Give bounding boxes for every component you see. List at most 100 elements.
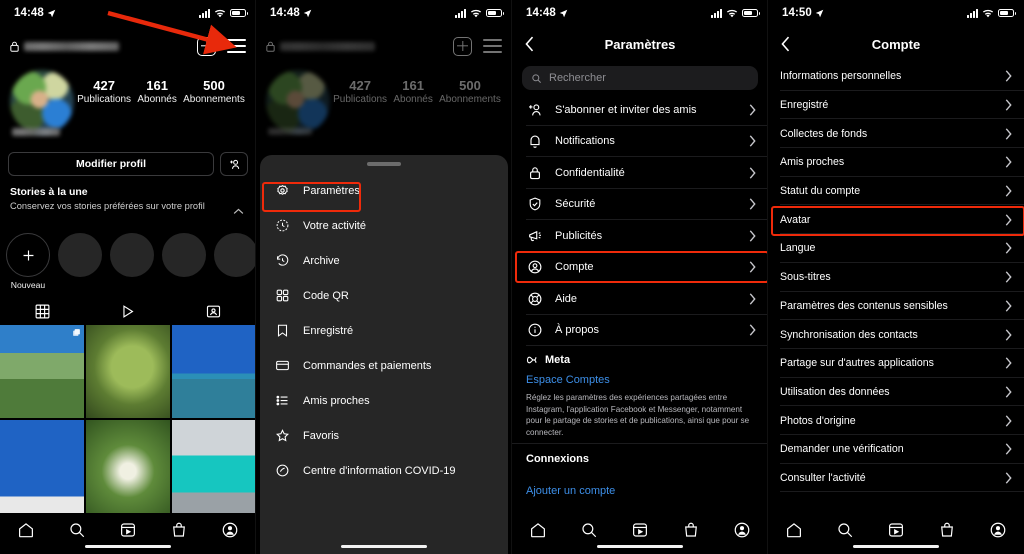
settings-item-notifications[interactable]: Notifications	[512, 126, 768, 157]
grid-cell[interactable]	[171, 419, 256, 513]
bottom-nav	[0, 513, 256, 554]
settings-item-aide[interactable]: Aide	[512, 283, 768, 315]
profile-icon[interactable]	[989, 521, 1007, 539]
profile-icon[interactable]	[733, 521, 751, 539]
cellular-bars-icon	[967, 8, 978, 18]
search-icon[interactable]	[580, 521, 598, 539]
account-item-enregistre[interactable]: Enregistré	[768, 91, 1024, 120]
panel-profile: 14:48 427 Publications 161 Abonnés 500 A…	[0, 0, 256, 554]
stat-publications[interactable]: 427 Publications	[77, 78, 131, 107]
settings-item-a-propos[interactable]: À propos	[512, 315, 768, 346]
reels-icon[interactable]	[887, 521, 905, 539]
chevron-right-icon	[1005, 300, 1012, 312]
wifi-icon	[726, 9, 738, 17]
chevron-right-icon	[1005, 214, 1012, 226]
account-item-contenus-sensibles[interactable]: Paramètres des contenus sensibles	[768, 292, 1024, 321]
account-item-label: Informations personnelles	[780, 70, 902, 83]
shop-icon[interactable]	[938, 521, 956, 539]
status-time: 14:50	[782, 7, 812, 19]
chevron-left-icon[interactable]	[525, 36, 534, 52]
search-icon	[532, 73, 541, 83]
grid-cell[interactable]	[0, 419, 85, 513]
settings-item-securite[interactable]: Sécurité	[512, 189, 768, 220]
menu-item-enregistre[interactable]: Enregistré	[260, 313, 508, 348]
highlight-item[interactable]	[162, 233, 206, 290]
search-icon[interactable]	[836, 521, 854, 539]
highlight-new[interactable]: Nouveau	[6, 233, 50, 290]
status-bar: 14:48	[256, 0, 512, 26]
add-account-link[interactable]: Ajouter un compte	[526, 485, 615, 497]
settings-item-publicites[interactable]: Publicités	[512, 220, 768, 252]
reels-icon[interactable]	[631, 521, 649, 539]
account-item-partage-autres-applications[interactable]: Partage sur d'autres applications	[768, 349, 1024, 378]
wifi-icon	[470, 9, 482, 17]
tagged-icon[interactable]	[205, 303, 222, 320]
account-item-synchronisation-contacts[interactable]: Synchronisation des contacts	[768, 320, 1024, 349]
search-placeholder: Rechercher	[549, 72, 606, 84]
menu-item-parametres[interactable]: Paramètres	[260, 173, 508, 208]
stat-followers[interactable]: 161 Abonnés	[137, 78, 176, 107]
account-item-langue[interactable]: Langue	[768, 234, 1024, 263]
menu-item-favoris[interactable]: Favoris	[260, 418, 508, 453]
shop-icon[interactable]	[170, 521, 188, 539]
page-title: Compte	[871, 36, 921, 52]
home-icon[interactable]	[17, 521, 35, 539]
reels-icon[interactable]	[119, 521, 137, 539]
bottom-nav	[512, 513, 768, 554]
account-item-informations-personnelles[interactable]: Informations personnelles	[768, 62, 1024, 91]
sheet-grabber[interactable]	[367, 162, 401, 166]
espace-comptes-link[interactable]: Espace Comptes	[526, 374, 756, 386]
grid-icon[interactable]	[34, 303, 51, 320]
account-item-collectes-de-fonds[interactable]: Collectes de fonds	[768, 119, 1024, 149]
avatar[interactable]	[10, 70, 74, 134]
menu-item-amis-proches[interactable]: Amis proches	[260, 383, 508, 418]
chevron-up-icon[interactable]	[233, 208, 244, 215]
account-item-photos-origine[interactable]: Photos d'origine	[768, 406, 1024, 435]
grid-cell[interactable]	[171, 325, 256, 419]
grid-cell[interactable]	[85, 325, 171, 419]
menu-item-label: Enregistré	[303, 324, 354, 337]
account-item-amis-proches[interactable]: Amis proches	[768, 148, 1024, 177]
settings-item-confidentialite[interactable]: Confidentialité	[512, 157, 768, 189]
shop-icon[interactable]	[682, 521, 700, 539]
settings-item-compte[interactable]: Compte	[512, 252, 768, 283]
add-person-button[interactable]	[220, 152, 248, 176]
menu-item-commandes-paiements[interactable]: Commandes et paiements	[260, 348, 508, 383]
account-item-demander-verification[interactable]: Demander une vérification	[768, 435, 1024, 464]
home-indicator	[597, 544, 683, 548]
search-input[interactable]: Rechercher	[522, 66, 758, 90]
menu-item-votre-activite[interactable]: Votre activité	[260, 208, 508, 243]
nav-header: Paramètres	[512, 26, 768, 62]
highlight-item[interactable]	[110, 233, 154, 290]
grid-cell[interactable]	[0, 325, 85, 419]
menu-item-code-qr[interactable]: Code QR	[260, 278, 508, 313]
chevron-left-icon[interactable]	[781, 36, 790, 52]
search-icon[interactable]	[68, 521, 86, 539]
settings-item-label: Confidentialité	[555, 166, 625, 179]
highlights-title: Stories à la une	[10, 186, 88, 198]
settings-item-sabonner-inviter[interactable]: S'abonner et inviter des amis	[512, 94, 768, 126]
account-item-consulter-activite[interactable]: Consulter l'activité	[768, 464, 1024, 493]
stat-following[interactable]: 500 Abonnements	[183, 78, 245, 107]
account-item-avatar[interactable]: Avatar	[768, 205, 1024, 235]
home-icon[interactable]	[529, 521, 547, 539]
location-arrow-icon	[303, 9, 312, 17]
highlight-item[interactable]	[214, 233, 256, 290]
username-area[interactable]	[10, 41, 191, 52]
square-plus-icon[interactable]	[197, 36, 216, 56]
menu-item-covid[interactable]: Centre d'information COVID-19	[260, 453, 508, 488]
add-person-icon	[526, 101, 543, 118]
menu-item-archive[interactable]: Archive	[260, 243, 508, 278]
home-icon[interactable]	[785, 521, 803, 539]
hamburger-menu-icon[interactable]	[227, 39, 246, 53]
grid-cell[interactable]	[85, 419, 171, 513]
reels-play-icon[interactable]	[119, 303, 136, 320]
edit-profile-button[interactable]: Modifier profil	[8, 152, 214, 176]
account-item-statut-du-compte[interactable]: Statut du compte	[768, 177, 1024, 206]
account-item-sous-titres[interactable]: Sous-titres	[768, 263, 1024, 292]
chevron-right-icon	[1005, 185, 1012, 197]
profile-icon[interactable]	[221, 521, 239, 539]
highlight-item[interactable]	[58, 233, 102, 290]
status-time: 14:48	[526, 7, 556, 19]
account-item-utilisation-des-donnees[interactable]: Utilisation des données	[768, 378, 1024, 407]
